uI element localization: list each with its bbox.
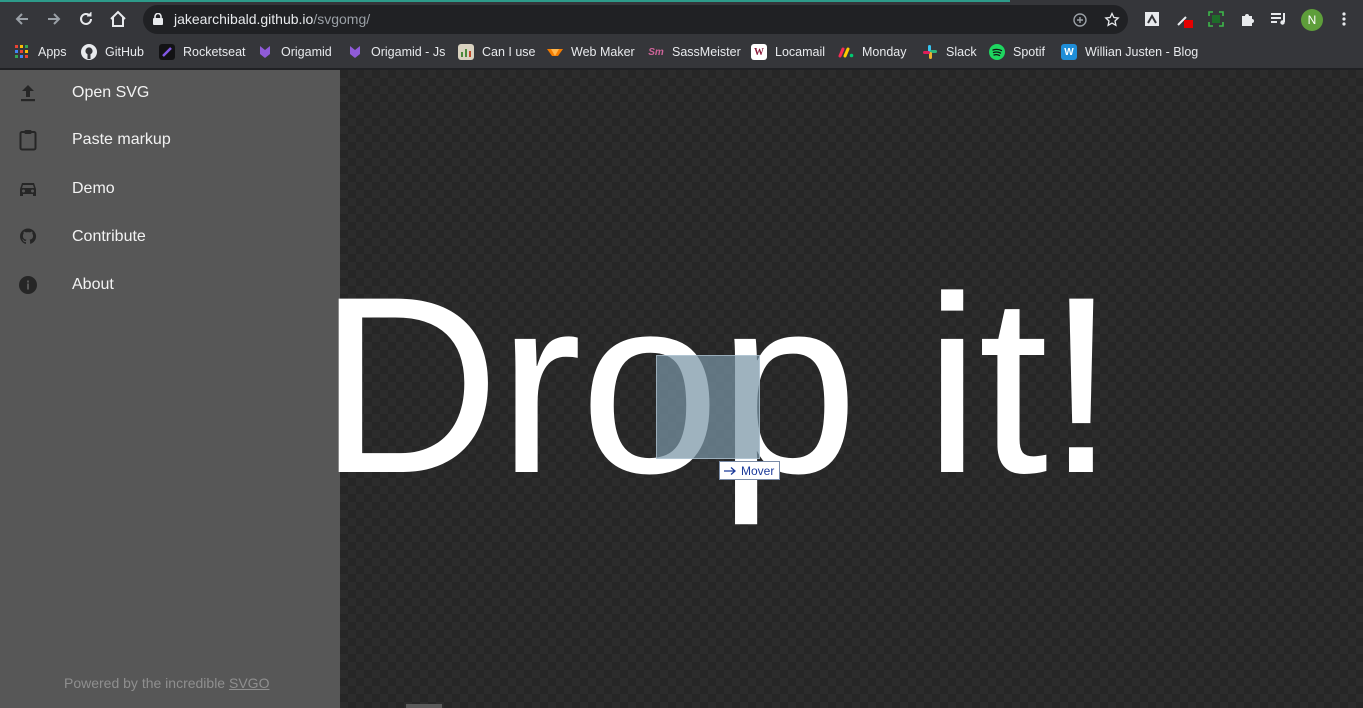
origamid-icon <box>257 44 273 60</box>
origamid-icon <box>347 44 363 60</box>
extension-capture-button[interactable] <box>1205 8 1227 30</box>
media-control-button[interactable] <box>1268 8 1290 30</box>
browser-menu-button[interactable] <box>1333 8 1355 30</box>
arrow-left-icon <box>15 13 28 25</box>
w-blog-icon: W <box>1061 44 1077 60</box>
arrow-right-icon <box>48 13 61 25</box>
extension-colorpick-button[interactable] <box>1173 8 1195 30</box>
spotify-icon <box>989 44 1005 60</box>
extension-screenshot-button[interactable] <box>1141 8 1163 30</box>
bookmark-slack[interactable]: Slack <box>922 42 977 62</box>
horizontal-scrollbar-thumb[interactable] <box>406 704 442 708</box>
bookmarks-bar: Apps GitHub Rocketseat Origamid Origamid… <box>0 36 1363 69</box>
home-icon <box>110 10 126 27</box>
bookmark-star-button[interactable] <box>1103 11 1121 29</box>
browser-toolbar: jakearchibald.github.io/svgomg/ N <box>0 2 1363 36</box>
address-bar[interactable]: jakearchibald.github.io/svgomg/ <box>143 5 1128 34</box>
webmaker-icon <box>547 44 563 60</box>
screenshot-ext-icon <box>1145 12 1159 26</box>
bookmark-caniuse[interactable]: Can I use <box>458 42 536 62</box>
slack-icon <box>922 44 938 60</box>
bookmark-webmaker[interactable]: Web Maker <box>547 42 635 62</box>
info-icon <box>17 274 39 296</box>
car-icon <box>17 178 39 200</box>
bookmark-rocketseat[interactable]: Rocketseat <box>159 42 246 62</box>
capture-area-icon <box>1208 11 1224 27</box>
sassmeister-icon: Sm <box>648 46 664 58</box>
drag-move-tooltip: Mover <box>719 461 781 480</box>
bookmark-spotify[interactable]: Spotif <box>989 42 1045 62</box>
lock-icon <box>153 13 163 25</box>
install-button[interactable] <box>1071 11 1089 29</box>
arrow-right-icon <box>724 466 736 475</box>
bookmark-apps[interactable]: Apps <box>14 42 67 62</box>
home-button[interactable] <box>105 6 131 32</box>
profile-avatar[interactable]: N <box>1301 9 1323 31</box>
reload-icon <box>80 12 92 25</box>
locamail-icon: W <box>751 44 767 60</box>
puzzle-icon <box>1242 14 1254 26</box>
bookmark-willian-justen[interactable]: W Willian Justen - Blog <box>1061 42 1198 62</box>
url-text: jakearchibald.github.io/svgomg/ <box>174 11 371 27</box>
svgo-link[interactable]: SVGO <box>229 675 269 691</box>
kebab-menu-icon <box>1342 12 1346 26</box>
github-icon <box>81 44 97 60</box>
reload-button[interactable] <box>73 6 99 32</box>
upload-icon <box>17 82 39 104</box>
rocketseat-icon <box>159 44 175 60</box>
eyedropper-icon <box>1177 16 1193 28</box>
sidebar-item-open-svg[interactable]: Open SVG <box>0 70 340 116</box>
plus-circle-icon <box>1073 13 1087 27</box>
sidebar-menu: Open SVG Paste markup Demo Contribute Ab… <box>0 70 340 708</box>
bookmark-origamid[interactable]: Origamid <box>257 42 332 62</box>
star-icon <box>1104 12 1120 27</box>
github-icon <box>17 226 39 248</box>
forward-button[interactable] <box>41 6 67 32</box>
monday-icon <box>838 44 854 60</box>
sidebar-footer: Powered by the incredible SVGO <box>64 675 270 691</box>
bookmark-locamail[interactable]: W Locamail <box>751 42 825 62</box>
bookmark-monday[interactable]: Monday <box>838 42 906 62</box>
bookmark-sassmeister[interactable]: Sm SassMeister <box>648 42 741 62</box>
caniuse-icon <box>458 44 474 60</box>
apps-grid-icon <box>14 44 30 60</box>
playlist-icon <box>1271 13 1285 25</box>
sidebar-item-contribute[interactable]: Contribute <box>0 214 340 260</box>
drag-ghost-image <box>656 355 760 459</box>
sidebar-item-about[interactable]: About <box>0 262 340 308</box>
bookmark-github[interactable]: GitHub <box>81 42 144 62</box>
clipboard-icon <box>17 129 39 151</box>
back-button[interactable] <box>9 6 35 32</box>
sidebar-item-demo[interactable]: Demo <box>0 166 340 212</box>
sidebar-item-paste-markup[interactable]: Paste markup <box>0 117 340 163</box>
extensions-button[interactable] <box>1237 8 1259 30</box>
svgomg-page: Open SVG Paste markup Demo Contribute Ab… <box>0 70 1363 708</box>
bookmark-origamid-js[interactable]: Origamid - Js <box>347 42 445 62</box>
